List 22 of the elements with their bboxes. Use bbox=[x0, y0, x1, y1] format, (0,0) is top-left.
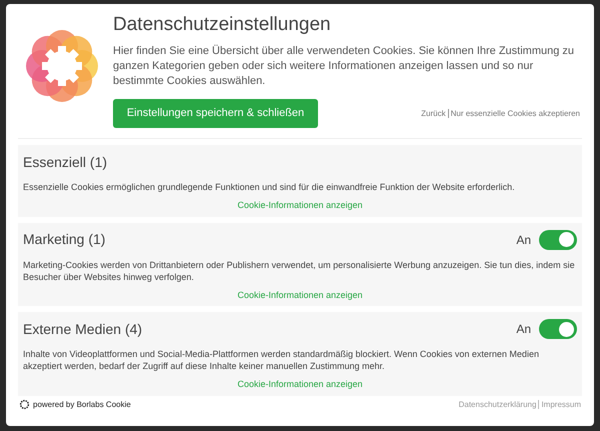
category-title: Externe Medien (4) bbox=[23, 320, 142, 339]
footer-link[interactable]: Impressum bbox=[541, 398, 581, 410]
category-description: Inhalte von Videoplattformen und Social-Media-Plattformen werden standardmäßig blockiert. Wenn Cookies von externen Medien akzeptiert werden, bedarf der Zugriff auf diese Inhalte keiner manuellen Zustimmung mehr. bbox=[23, 348, 540, 372]
text-link[interactable]: Nur essenzielle Cookies akzeptieren bbox=[450, 108, 580, 120]
save-button[interactable]: Einstellungen speichern & schließen bbox=[113, 99, 318, 128]
toggle-switch[interactable] bbox=[539, 230, 577, 250]
logo-icon bbox=[25, 29, 99, 103]
cookie-info-link[interactable]: Cookie-Informationen anzeigen bbox=[237, 199, 363, 212]
dialog-description: Hier finden Sie eine Übersicht über alle verwendeten Cookies. Sie können Ihre Zustimmung zu ganzen Kategorien geben oder sich weitere Informationen anzeigen lassen und so nur bestimmte Cookies auswählen. bbox=[113, 44, 576, 89]
category-title: Marketing (1) bbox=[23, 230, 106, 249]
switch-label: An bbox=[516, 232, 531, 248]
text-link[interactable]: Zurück bbox=[421, 108, 446, 120]
toggle-switch[interactable] bbox=[539, 319, 577, 339]
dialog-title: Datenschutzeinstellungen bbox=[113, 13, 332, 37]
footer-link[interactable]: Datenschutzerklärung bbox=[458, 398, 536, 410]
cookie-info-link[interactable]: Cookie-Informationen anzeigen bbox=[237, 288, 363, 302]
powered-by-text: powered by Borlabs Cookie bbox=[33, 398, 131, 410]
category-title: Essenziell (1) bbox=[23, 152, 108, 172]
switch-label: An bbox=[516, 321, 531, 338]
category-description: Marketing-Cookies werden von Drittanbietern oder Publishern verwendet, um personalisierte Werbung anzuzeigen. Sie tun dies, indem sie Besucher über Websites hinweg verfolgen. bbox=[23, 258, 576, 282]
category-description: Essenzielle Cookies ermöglichen grundlegende Funktionen und sind für die einwandfreie Funktion der Website erforderlich. bbox=[23, 181, 516, 193]
cookie-info-link[interactable]: Cookie-Informationen anzeigen bbox=[237, 378, 363, 392]
